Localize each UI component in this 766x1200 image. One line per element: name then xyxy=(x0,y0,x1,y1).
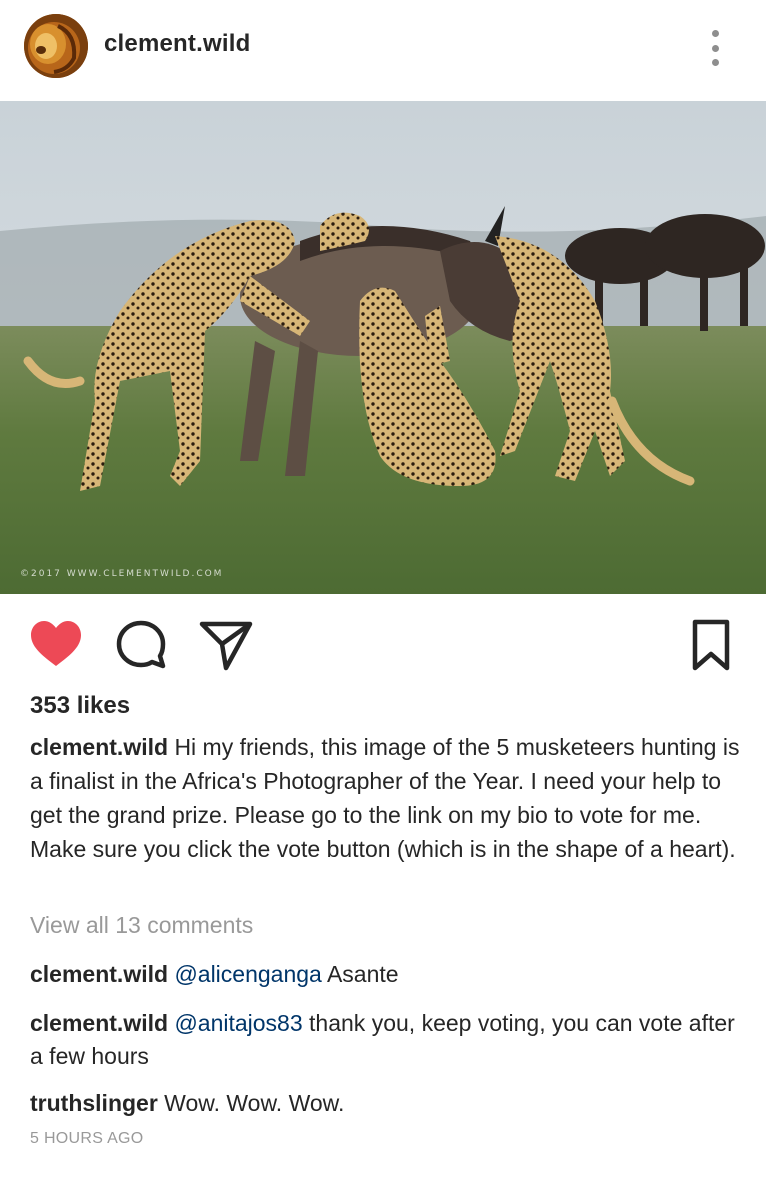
post-action-bar xyxy=(0,618,766,674)
more-options-icon[interactable] xyxy=(704,28,726,68)
comment-mention[interactable]: @alicenganga xyxy=(174,961,321,987)
view-all-comments-link[interactable]: View all 13 comments xyxy=(30,912,253,939)
comment-item: clement.wild @anitajos83 thank you, keep… xyxy=(30,1007,740,1073)
comment-bubble-icon[interactable] xyxy=(114,618,170,674)
like-count[interactable]: 353 likes xyxy=(30,692,130,720)
comment-mention[interactable]: @anitajos83 xyxy=(174,1010,302,1036)
cheetahs-hunting-wildebeest-image xyxy=(0,101,766,594)
comment-username[interactable]: clement.wild xyxy=(30,1010,168,1036)
more-dot xyxy=(711,30,719,37)
comment-item: truthslinger Wow. Wow. Wow. xyxy=(30,1087,740,1120)
post-timestamp: 5 HOURS AGO xyxy=(30,1130,144,1147)
heart-icon[interactable] xyxy=(28,618,84,674)
caption-username[interactable]: clement.wild xyxy=(30,734,168,760)
paper-plane-icon[interactable] xyxy=(198,618,254,674)
post-author-username[interactable]: clement.wild xyxy=(104,30,250,58)
avatar[interactable] xyxy=(24,14,88,78)
bookmark-icon[interactable] xyxy=(683,618,739,674)
photo-watermark: ©2017 WWW.CLEMENTWILD.COM xyxy=(20,569,224,579)
more-dot xyxy=(711,44,719,52)
comment-text: Wow. Wow. Wow. xyxy=(164,1090,345,1116)
post-photo[interactable]: ©2017 WWW.CLEMENTWILD.COM xyxy=(0,101,766,594)
comment-item: clement.wild @alicenganga Asante xyxy=(30,958,740,991)
more-dot xyxy=(711,59,719,66)
comment-text: Asante xyxy=(326,961,399,987)
post-header: clement.wild xyxy=(0,0,766,100)
comment-username[interactable]: clement.wild xyxy=(30,961,168,987)
lion-profile-image xyxy=(24,14,88,78)
post-caption: clement.wild Hi my friends, this image o… xyxy=(30,730,740,866)
comment-username[interactable]: truthslinger xyxy=(30,1090,158,1116)
